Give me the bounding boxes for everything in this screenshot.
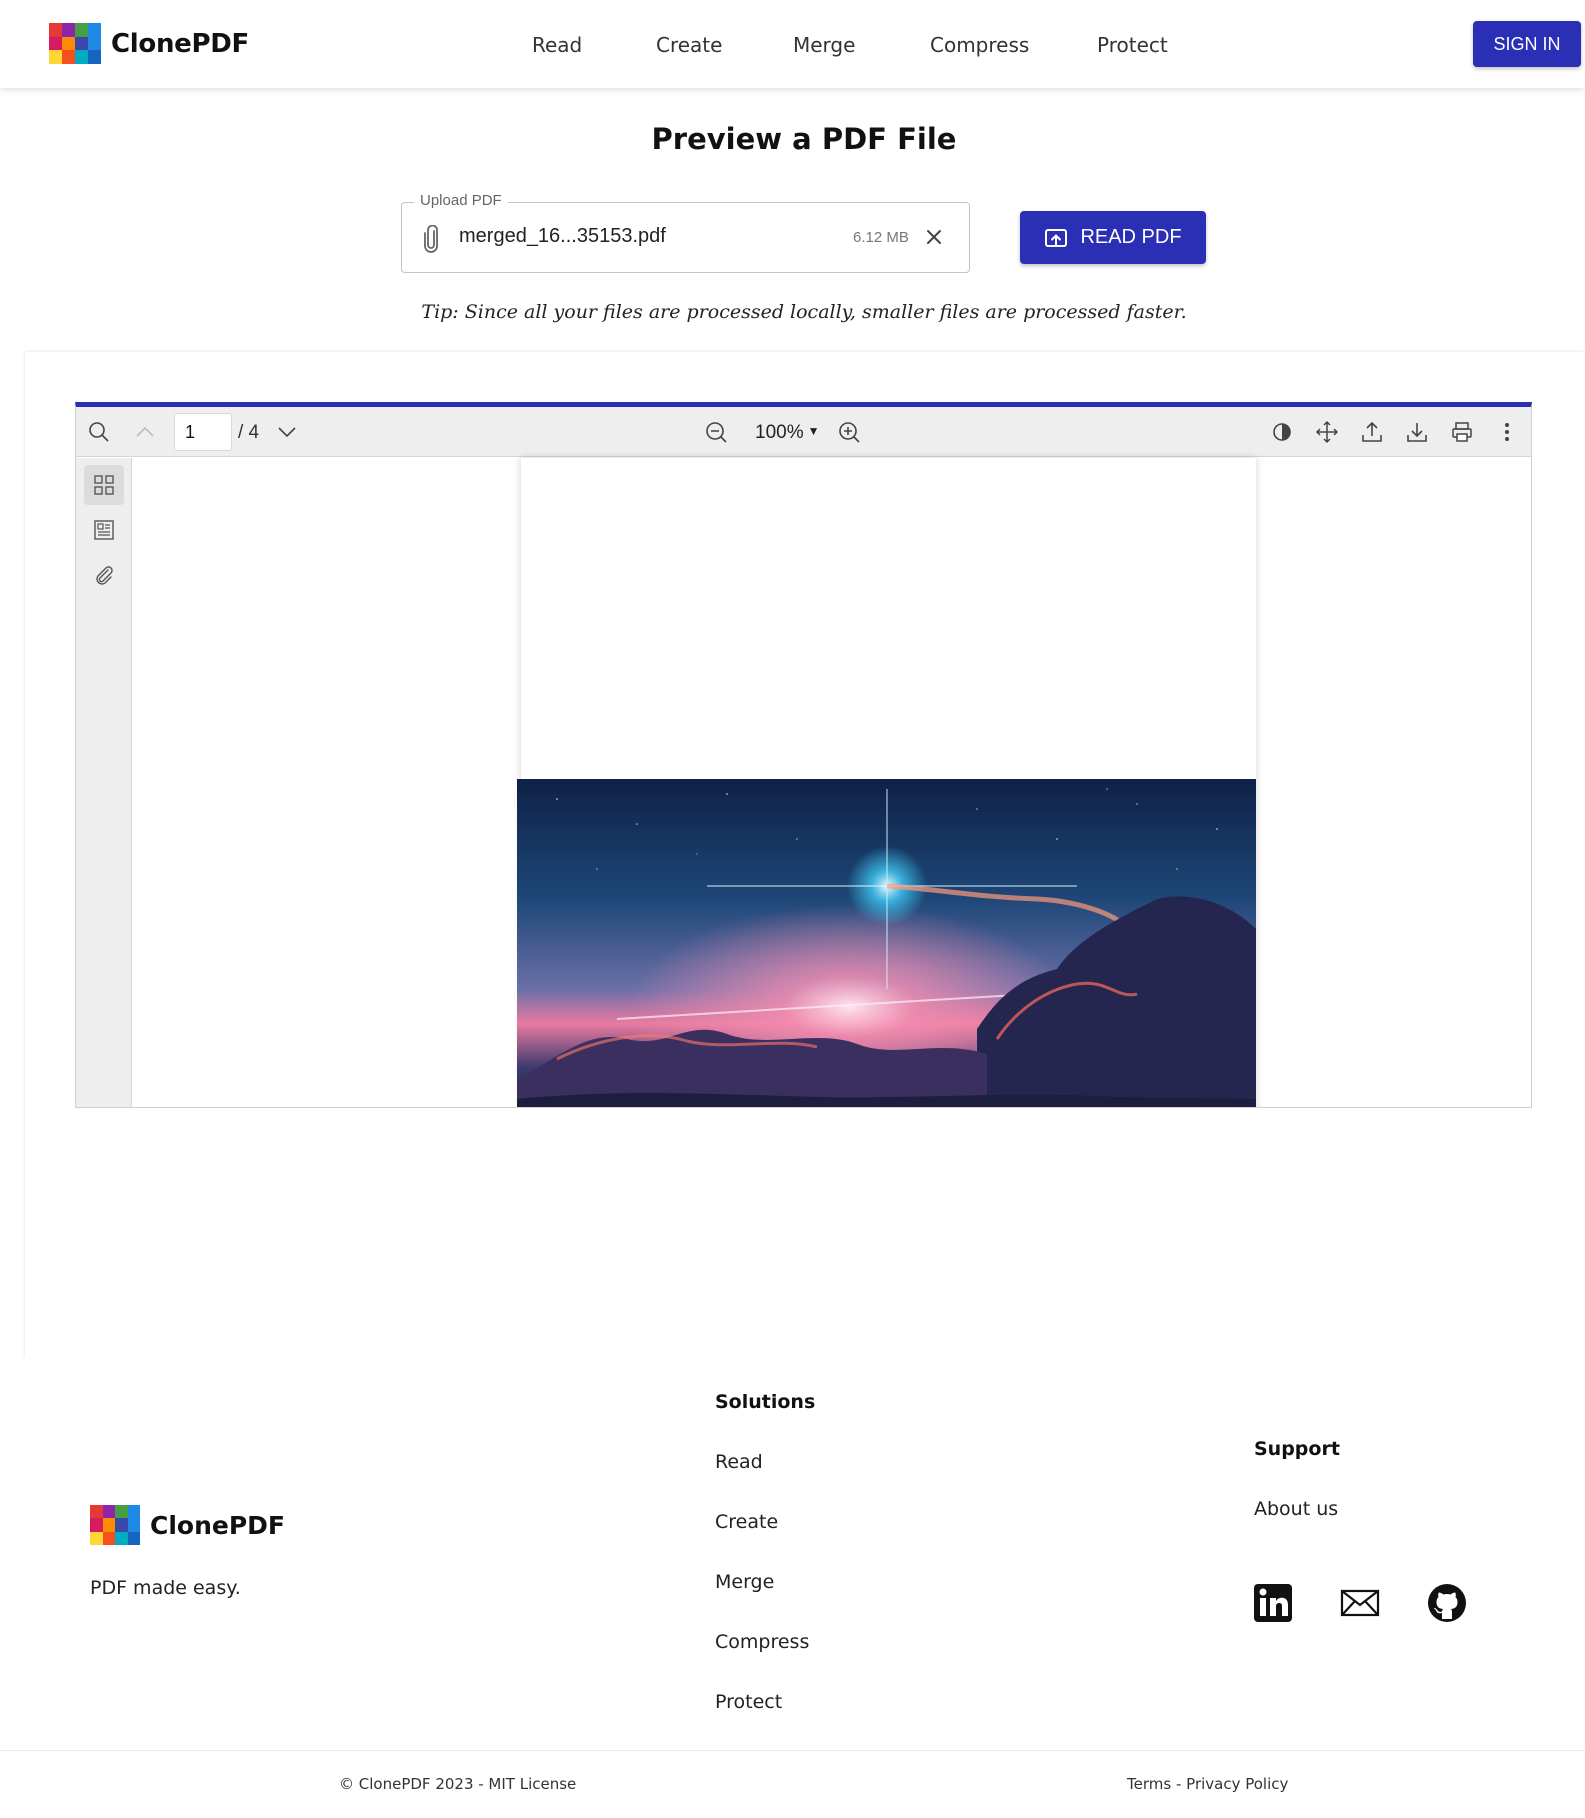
upload-field-label: Upload PDF	[414, 192, 508, 209]
theme-icon[interactable]	[1270, 420, 1294, 444]
legal-separator: -	[1175, 1775, 1182, 1793]
footer-bottom-bar: © ClonePDF 2023 - MIT License Terms - Pr…	[0, 1750, 1585, 1818]
copyright-text: © ClonePDF 2023 - MIT License	[339, 1775, 577, 1793]
nav-compress[interactable]: Compress	[930, 33, 1029, 57]
footer-link-compress[interactable]: Compress	[715, 1631, 809, 1653]
page-number-input[interactable]	[174, 413, 232, 451]
selected-file-name: merged_16...35153.pdf	[459, 225, 666, 247]
clonepdf-logo-icon	[90, 1505, 140, 1545]
footer-brand[interactable]: ClonePDF	[90, 1505, 285, 1545]
zoom-select[interactable]: 100% ▼	[755, 422, 820, 444]
nav-protect[interactable]: Protect	[1097, 33, 1168, 57]
zoom-in-icon[interactable]	[837, 420, 861, 444]
page-title: Preview a PDF File	[651, 122, 957, 156]
open-in-icon	[1045, 228, 1068, 247]
footer-link-merge[interactable]: Merge	[715, 1571, 774, 1593]
page-image-sky-clouds	[517, 779, 1256, 1107]
zoom-out-icon[interactable]	[704, 420, 728, 444]
mail-icon[interactable]	[1340, 1583, 1380, 1623]
footer-link-about-us[interactable]: About us	[1254, 1498, 1338, 1520]
viewer-sidebar	[76, 458, 132, 1107]
github-icon[interactable]	[1427, 1583, 1467, 1623]
page-total: / 4	[238, 422, 260, 443]
solutions-heading: Solutions	[715, 1391, 816, 1413]
nav-read[interactable]: Read	[532, 33, 582, 57]
open-file-icon[interactable]	[1360, 420, 1384, 444]
more-options-icon[interactable]	[1495, 420, 1519, 444]
print-icon[interactable]	[1450, 420, 1474, 444]
clear-file-icon[interactable]	[924, 227, 944, 247]
read-pdf-button[interactable]: READ PDF	[1020, 211, 1206, 264]
search-icon[interactable]	[87, 420, 111, 444]
read-pdf-label: READ PDF	[1080, 226, 1182, 248]
thumbnails-icon	[94, 475, 114, 495]
file-size: 6.12 MB	[853, 229, 909, 246]
viewer-toolbar: / 4 100%▼	[76, 407, 1531, 457]
thumbnails-button[interactable]	[84, 465, 124, 505]
nav-create[interactable]: Create	[656, 33, 722, 57]
privacy-policy-link[interactable]: Privacy Policy	[1186, 1775, 1288, 1793]
site-footer: ClonePDF PDF made easy. Solutions Read C…	[0, 1358, 1585, 1750]
footer-tagline: PDF made easy.	[90, 1577, 241, 1599]
footer-link-protect[interactable]: Protect	[715, 1691, 782, 1713]
footer-link-read[interactable]: Read	[715, 1451, 763, 1473]
support-heading: Support	[1254, 1438, 1340, 1460]
download-icon[interactable]	[1405, 420, 1429, 444]
outline-button[interactable]	[84, 510, 124, 550]
attachments-button[interactable]	[84, 555, 124, 595]
tip-text: Tip: Since all your files are processed …	[421, 301, 1187, 323]
pan-icon[interactable]	[1315, 420, 1339, 444]
attachments-icon	[96, 566, 113, 585]
footer-link-create[interactable]: Create	[715, 1511, 778, 1533]
paperclip-icon	[424, 225, 438, 253]
pdf-viewer: / 4 100%▼	[75, 402, 1532, 1108]
next-page-icon[interactable]	[275, 420, 299, 444]
linkedin-icon[interactable]	[1253, 1583, 1293, 1623]
outline-icon	[94, 520, 114, 540]
document-area[interactable]	[133, 458, 1531, 1107]
site-header: ClonePDF Read Create Merge Compress Prot…	[0, 0, 1585, 88]
terms-link[interactable]: Terms	[1127, 1775, 1171, 1793]
footer-brand-name: ClonePDF	[150, 1510, 285, 1540]
legal-links: Terms - Privacy Policy	[1127, 1775, 1288, 1793]
main-nav: Read Create Merge Compress Protect	[0, 33, 1585, 59]
previous-page-icon[interactable]	[133, 420, 157, 444]
sign-in-button[interactable]: SIGN IN	[1473, 21, 1581, 67]
caret-down-icon: ▼	[807, 424, 820, 438]
zoom-level: 100%	[755, 422, 804, 443]
upload-pdf-field[interactable]: Upload PDF merged_16...35153.pdf 6.12 MB	[401, 192, 970, 273]
nav-merge[interactable]: Merge	[793, 33, 855, 57]
